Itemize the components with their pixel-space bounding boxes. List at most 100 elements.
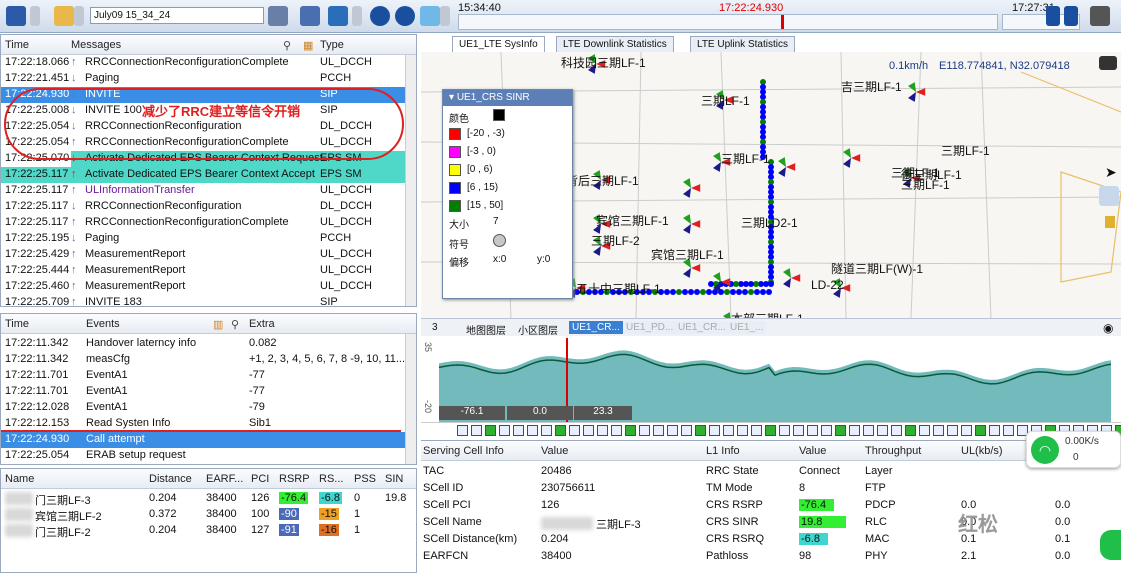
cells-col-header[interactable]: EARF...: [206, 473, 243, 485]
legend-color-swatch[interactable]: [493, 109, 505, 121]
message-row[interactable]: 17:22:21.451 ↓ Paging PCCH: [1, 71, 416, 87]
event-icon[interactable]: [821, 425, 832, 436]
map-layer-tab-0[interactable]: 3: [429, 321, 441, 334]
camera-icon[interactable]: [328, 6, 348, 26]
map-site-label[interactable]: 背后三期LF-1: [566, 172, 639, 189]
cell-row[interactable]: 门三期LF-2 0.204 38400 127 -91 -16 1: [1, 523, 416, 539]
legend-swatch-2[interactable]: [449, 164, 461, 176]
legend-offset-y[interactable]: y:0: [537, 254, 550, 265]
panel-icon[interactable]: [1046, 6, 1060, 26]
message-row[interactable]: 17:22:25.117 ↑ ULInformationTransfer UL_DCC…: [1, 183, 416, 199]
tab-1[interactable]: LTE Downlink Statistics: [556, 36, 674, 52]
map-layer-tab-2[interactable]: 小区图层: [515, 321, 561, 338]
cell-sector[interactable]: [843, 158, 851, 168]
cell-sector[interactable]: [783, 268, 791, 278]
cell-sector[interactable]: [683, 224, 691, 234]
hand-event-icon[interactable]: [905, 425, 916, 436]
panel-icon[interactable]: [1064, 6, 1078, 26]
sinr-legend[interactable]: ▾ UE1_CRS SINR 颜色 [-20 , -3) [-3 , 0) [0 ,…: [442, 89, 573, 299]
timeline-slider[interactable]: [458, 14, 998, 30]
message-row[interactable]: 17:22:25.444 ↑ MeasurementReport UL_DCCH: [1, 263, 416, 279]
event-icon[interactable]: [471, 425, 482, 436]
cell-sector[interactable]: [683, 214, 691, 224]
map-layer-tab-6[interactable]: UE1_...: [727, 321, 767, 334]
cell-sector[interactable]: [786, 163, 796, 171]
event-icon[interactable]: [583, 425, 594, 436]
map-site-label[interactable]: 隧道三期LF(W)-1: [831, 260, 923, 277]
hand-event-icon[interactable]: [835, 425, 846, 436]
message-row[interactable]: 17:22:18.066 ↑ RRCConnectionReconfiguratio…: [1, 55, 416, 71]
hand-event-icon[interactable]: [625, 425, 636, 436]
map-site-label[interactable]: 三期LF-1: [701, 92, 750, 109]
map-site-label[interactable]: 科技园三期LF-1: [561, 54, 646, 71]
hand-icon[interactable]: [1099, 186, 1119, 206]
cells-col-header[interactable]: SIN: [385, 473, 403, 485]
cell-sector[interactable]: [683, 188, 691, 198]
cells-col-header[interactable]: PSS: [354, 473, 376, 485]
event-icon[interactable]: [779, 425, 790, 436]
cells-col-header[interactable]: PCI: [251, 473, 269, 485]
event-icon[interactable]: [933, 425, 944, 436]
cell-sector[interactable]: [713, 272, 721, 282]
event-icon[interactable]: [947, 425, 958, 436]
messages-scrollbar[interactable]: [405, 55, 416, 306]
serving-col-header[interactable]: Throughput: [865, 445, 921, 457]
event-icon[interactable]: [597, 425, 608, 436]
event-icon[interactable]: [709, 425, 720, 436]
serving-col-header[interactable]: L1 Info: [706, 445, 740, 457]
event-icon[interactable]: [499, 425, 510, 436]
event-icon[interactable]: [849, 425, 860, 436]
cell-sector[interactable]: [783, 278, 791, 288]
message-row[interactable]: 17:22:25.460 ↑ MeasurementReport UL_DCCH: [1, 279, 416, 295]
legend-swatch-4[interactable]: [449, 200, 461, 212]
legend-offset-x[interactable]: x:0: [493, 254, 506, 265]
col-messages[interactable]: Messages: [71, 39, 121, 51]
event-icon[interactable]: [919, 425, 930, 436]
event-icon[interactable]: [653, 425, 664, 436]
event-row[interactable]: 17:22:24.930 Call attempt: [1, 430, 416, 448]
cell-sector[interactable]: [691, 184, 701, 192]
event-icon[interactable]: [723, 425, 734, 436]
map-site-label[interactable]: 三期LF-2: [591, 232, 640, 249]
map-site-label[interactable]: 三期LF-1: [721, 150, 770, 167]
open-folder-icon[interactable]: [54, 6, 74, 26]
map-site-label[interactable]: 街三期LF-1: [901, 166, 962, 183]
cell-sector[interactable]: [691, 220, 701, 228]
message-row[interactable]: 17:22:25.429 ↑ MeasurementReport UL_DCCH: [1, 247, 416, 263]
event-icon[interactable]: [863, 425, 874, 436]
legend-title[interactable]: ▾ UE1_CRS SINR: [443, 90, 572, 106]
event-icon[interactable]: [457, 425, 468, 436]
hand-event-icon[interactable]: [485, 425, 496, 436]
map-layer-tab-1[interactable]: 地图图层: [463, 321, 509, 338]
dropdown-arrow-icon[interactable]: [30, 6, 40, 26]
event-icon[interactable]: [737, 425, 748, 436]
tools-icon[interactable]: [1090, 6, 1110, 26]
map-site-label[interactable]: 五十中三期LF-1: [576, 280, 661, 297]
save-icon[interactable]: [6, 6, 26, 26]
event-icon[interactable]: [541, 425, 552, 436]
serving-col-header[interactable]: Value: [541, 445, 568, 457]
event-strip[interactable]: [421, 422, 1121, 438]
serving-col-header[interactable]: Value: [799, 445, 826, 457]
cells-col-header[interactable]: RSRP: [279, 473, 310, 485]
col-time[interactable]: Time: [5, 39, 29, 51]
legend-swatch-1[interactable]: [449, 146, 461, 158]
timeline-marker[interactable]: [781, 15, 784, 29]
dropdown-arrow-icon[interactable]: [352, 6, 362, 26]
cells-col-header[interactable]: Distance: [149, 473, 192, 485]
event-row[interactable]: 17:22:11.342 measCfg +1, 2, 3, 4, 5, 6, 7,…: [1, 352, 416, 368]
map-site-label[interactable]: 宾馆三期LF-1: [596, 212, 669, 229]
event-icon[interactable]: [961, 425, 972, 436]
col-type[interactable]: Type: [320, 39, 344, 51]
legend-symbol-circle[interactable]: [493, 234, 506, 247]
map-layer-tab-4[interactable]: UE1_PD...: [623, 321, 677, 334]
cell-row[interactable]: 宾馆三期LF-2 0.372 38400 100 -90 -15 1: [1, 507, 416, 523]
event-row[interactable]: 17:22:25.054 ERAB setup request: [1, 448, 416, 464]
cell-sector[interactable]: [908, 92, 916, 102]
log-icon[interactable]: [268, 6, 288, 26]
event-row[interactable]: 17:22:11.342 Handover laterncy info 0.082: [1, 336, 416, 352]
col-events[interactable]: Events: [86, 318, 120, 330]
side-badge[interactable]: [1100, 530, 1121, 560]
event-icon[interactable]: [527, 425, 538, 436]
event-icon[interactable]: [751, 425, 762, 436]
